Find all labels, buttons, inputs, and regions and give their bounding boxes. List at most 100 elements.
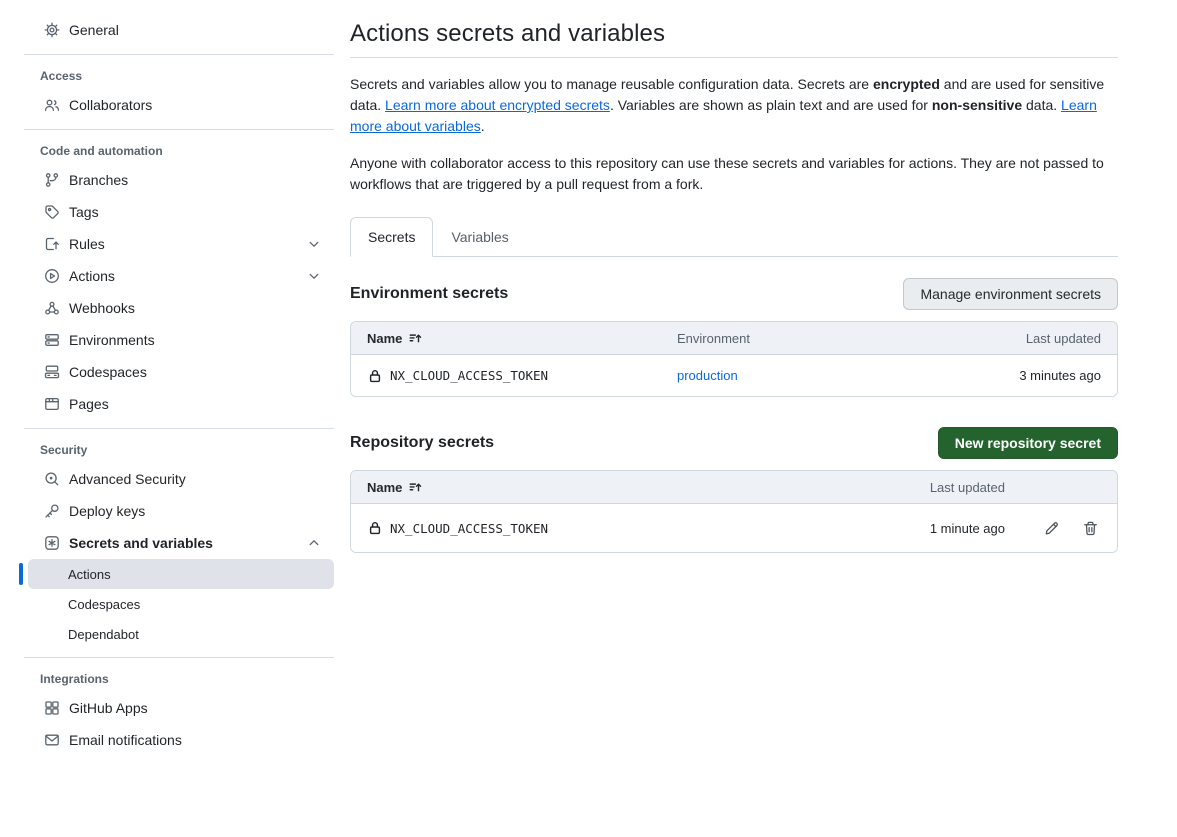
edit-pencil-icon[interactable]: [1043, 520, 1060, 537]
intro-bold-non-sensitive: non-sensitive: [932, 97, 1022, 113]
sidebar-subitem-actions[interactable]: Actions: [28, 559, 334, 589]
sidebar-section-code-automation: Code and automation Branches Tags Rules: [24, 142, 334, 429]
environments-icon: [44, 332, 60, 348]
sidebar-section-security: Security Advanced Security Deploy keys S…: [24, 441, 334, 658]
sidebar-item-github-apps[interactable]: GitHub Apps: [28, 692, 334, 724]
last-updated-cell: 3 minutes ago: [907, 368, 1117, 383]
sidebar-item-secrets-and-variables[interactable]: Secrets and variables: [28, 527, 334, 559]
main-content: Actions secrets and variables Secrets an…: [350, 0, 1118, 768]
sidebar-item-email-notifications[interactable]: Email notifications: [28, 724, 334, 756]
delete-trash-icon[interactable]: [1082, 520, 1099, 537]
sidebar-item-label: Tags: [69, 204, 99, 220]
table-header-row: Name Last updated: [351, 471, 1117, 504]
sort-ascending-icon: [408, 480, 423, 495]
environment-cell: production: [677, 368, 907, 383]
environment-secrets-header: Environment secrets Manage environment s…: [350, 278, 1118, 310]
repository-secret-row: NX_CLOUD_ACCESS_TOKEN 1 minute ago: [351, 504, 1117, 552]
column-header-last-updated: Last updated: [907, 331, 1117, 346]
active-indicator: [19, 563, 23, 585]
environment-link[interactable]: production: [677, 368, 738, 383]
sidebar-item-advanced-security[interactable]: Advanced Security: [28, 463, 334, 495]
sidebar-section-integrations: Integrations GitHub Apps Email notificat…: [24, 670, 334, 764]
key-icon: [44, 503, 60, 519]
sidebar-item-codespaces[interactable]: Codespaces: [28, 356, 334, 388]
secret-name: NX_CLOUD_ACCESS_TOKEN: [390, 368, 548, 383]
link-learn-encrypted-secrets[interactable]: Learn more about encrypted secrets: [385, 97, 610, 113]
sidebar-item-actions[interactable]: Actions: [28, 260, 334, 292]
column-header-label: Name: [367, 480, 402, 495]
tab-secrets[interactable]: Secrets: [350, 217, 433, 257]
secret-name-cell: NX_CLOUD_ACCESS_TOKEN: [351, 368, 677, 384]
repository-secrets-header: Repository secrets New repository secret: [350, 427, 1118, 459]
webhook-icon: [44, 300, 60, 316]
tag-icon: [44, 204, 60, 220]
table-header-row: Name Environment Last updated: [351, 322, 1117, 355]
sidebar-item-label: Environments: [69, 332, 155, 348]
sidebar-item-environments[interactable]: Environments: [28, 324, 334, 356]
new-repository-secret-button[interactable]: New repository secret: [938, 427, 1118, 459]
sidebar-subitem-label: Dependabot: [68, 627, 139, 642]
sidebar-subitem-label: Codespaces: [68, 597, 140, 612]
sidebar-item-label: Deploy keys: [69, 503, 145, 519]
sidebar-subitem-codespaces[interactable]: Codespaces: [28, 589, 334, 619]
sidebar-subitem-dependabot[interactable]: Dependabot: [28, 619, 334, 649]
sidebar-item-label: Pages: [69, 396, 109, 412]
secret-name-cell: NX_CLOUD_ACCESS_TOKEN: [351, 520, 865, 536]
codespaces-icon: [44, 364, 60, 380]
sidebar-item-collaborators[interactable]: Collaborators: [28, 89, 334, 121]
sidebar-item-general[interactable]: General: [28, 14, 334, 46]
sidebar-item-label: Advanced Security: [69, 471, 186, 487]
sidebar-item-label: Secrets and variables: [69, 535, 213, 551]
manage-environment-secrets-button[interactable]: Manage environment secrets: [903, 278, 1118, 310]
intro-text-span: Secrets and variables allow you to manag…: [350, 76, 873, 92]
sidebar-item-label: Email notifications: [69, 732, 182, 748]
intro-text-span: data.: [1022, 97, 1061, 113]
mail-icon: [44, 732, 60, 748]
column-header-name[interactable]: Name: [351, 331, 677, 346]
row-actions: [1005, 520, 1117, 537]
section-label-access: Access: [24, 67, 334, 85]
sidebar-item-pages[interactable]: Pages: [28, 388, 334, 420]
repository-secrets-heading: Repository secrets: [350, 434, 494, 452]
sidebar-item-webhooks[interactable]: Webhooks: [28, 292, 334, 324]
sidebar-item-deploy-keys[interactable]: Deploy keys: [28, 495, 334, 527]
last-updated-cell: 1 minute ago: [865, 521, 1005, 536]
column-header-name[interactable]: Name: [351, 480, 865, 495]
section-label-security: Security: [24, 441, 334, 459]
lock-icon: [367, 520, 383, 536]
intro-paragraph-1: Secrets and variables allow you to manag…: [350, 74, 1118, 137]
sidebar-item-label: Webhooks: [69, 300, 135, 316]
section-label-integrations: Integrations: [24, 670, 334, 688]
people-icon: [44, 97, 60, 113]
secret-name: NX_CLOUD_ACCESS_TOKEN: [390, 521, 548, 536]
sidebar-item-label: Actions: [69, 268, 115, 284]
sort-ascending-icon: [408, 331, 423, 346]
intro-text-span: . Variables are shown as plain text and …: [610, 97, 932, 113]
sidebar-subitem-label: Actions: [68, 567, 111, 582]
chevron-up-icon: [306, 535, 322, 551]
section-label-code-automation: Code and automation: [24, 142, 334, 160]
play-icon: [44, 268, 60, 284]
gear-icon: [44, 22, 60, 38]
apps-grid-icon: [44, 700, 60, 716]
intro-text: Secrets and variables allow you to manag…: [350, 74, 1118, 195]
sidebar-item-branches[interactable]: Branches: [28, 164, 334, 196]
codescan-icon: [44, 471, 60, 487]
repository-secrets-table: Name Last updated NX_CLOUD_ACCESS_TOKEN …: [350, 470, 1118, 553]
sidebar-item-label: GitHub Apps: [69, 700, 148, 716]
column-header-label: Name: [367, 331, 402, 346]
rules-icon: [44, 236, 60, 252]
tab-variables[interactable]: Variables: [433, 217, 526, 257]
lock-icon: [367, 368, 383, 384]
sidebar-item-tags[interactable]: Tags: [28, 196, 334, 228]
sidebar-item-rules[interactable]: Rules: [28, 228, 334, 260]
intro-paragraph-2: Anyone with collaborator access to this …: [350, 153, 1118, 195]
environment-secret-row: NX_CLOUD_ACCESS_TOKEN production 3 minut…: [351, 355, 1117, 396]
chevron-down-icon: [306, 236, 322, 252]
sidebar-item-label: Collaborators: [69, 97, 152, 113]
column-header-last-updated: Last updated: [865, 480, 1005, 495]
sidebar-section-general: General: [24, 14, 334, 55]
settings-page: General Access Collaborators Code and au…: [0, 0, 1177, 768]
environment-secrets-table: Name Environment Last updated NX_CLOUD_A…: [350, 321, 1118, 397]
title-divider: [350, 57, 1118, 58]
